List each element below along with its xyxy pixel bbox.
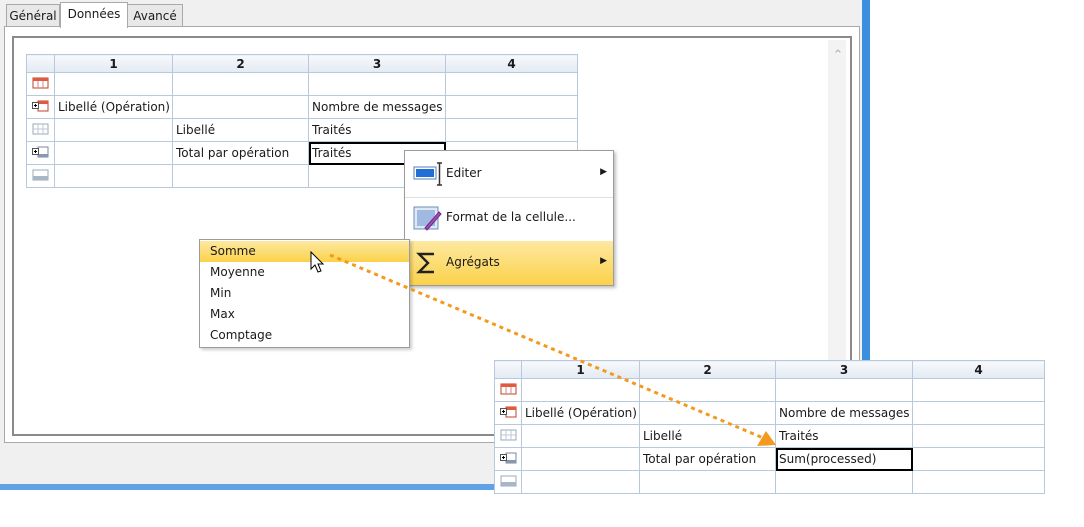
tab-donnees[interactable]: Données xyxy=(60,2,128,28)
annotation-arrow xyxy=(329,253,776,446)
mouse-cursor-icon xyxy=(310,251,325,273)
arrow-head-icon xyxy=(757,431,776,446)
